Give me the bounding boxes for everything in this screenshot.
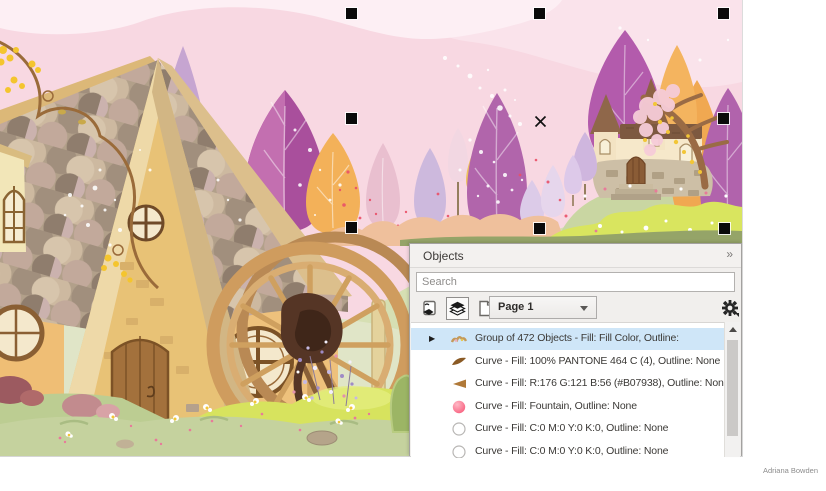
list-item-label: Curve - Fill: Fountain, Outline: None: [475, 400, 725, 412]
show-object-properties-icon: [421, 300, 438, 317]
search-input[interactable]: [416, 272, 735, 292]
expand-arrow-icon[interactable]: ▶: [429, 334, 435, 344]
selection-handle-middle-right[interactable]: [718, 113, 729, 124]
list-item-label: Group of 472 Objects - Fill: Fill Color,…: [475, 332, 725, 344]
curve-thumbnail-triangle: [451, 376, 467, 392]
curve-thumbnail-swoosh: [451, 354, 467, 370]
selection-handle-top-middle[interactable]: [534, 8, 545, 19]
list-item-label: Curve - Fill: C:0 M:0 Y:0 K:0, Outline: …: [475, 445, 725, 457]
options-button[interactable]: [720, 298, 742, 320]
chevron-down-icon: [580, 306, 588, 311]
artist-signature: Adriana Bowden: [763, 466, 818, 475]
show-object-properties-button[interactable]: [418, 297, 441, 320]
list-item-group[interactable]: ▶ Group of 472 Objects - Fill: Fill Colo…: [411, 328, 726, 350]
objects-list: ▶ Group of 472 Objects - Fill: Fill Colo…: [411, 322, 726, 458]
curve-thumbnail-white-circle: [451, 444, 467, 459]
selection-handle-top-left[interactable]: [346, 8, 357, 19]
selection-handle-bottom-right[interactable]: [719, 223, 730, 234]
page-selector-value: Page 1: [498, 301, 533, 313]
list-item-label: Curve - Fill: C:0 M:0 Y:0 K:0, Outline: …: [475, 422, 725, 434]
list-item-curve[interactable]: Curve - Fill: C:0 M:0 Y:0 K:0, Outline: …: [411, 418, 726, 440]
selection-center-x-marker[interactable]: [534, 115, 547, 128]
scroll-up-arrow-icon[interactable]: [729, 327, 737, 332]
objects-docker-panel: Objects » Page 1: [409, 243, 742, 456]
list-item-curve[interactable]: Curve - Fill: R:176 G:121 B:56 (#B07938)…: [411, 373, 726, 395]
panel-title: Objects: [423, 249, 464, 263]
collapse-docker-icon[interactable]: »: [726, 247, 733, 261]
list-item-label: Curve - Fill: 100% PANTONE 464 C (4), Ou…: [475, 355, 725, 367]
layer-manager-view-icon: [449, 301, 466, 316]
list-item-label: Curve - Fill: R:176 G:121 B:56 (#B07938)…: [475, 377, 725, 389]
list-item-curve[interactable]: Curve - Fill: Fountain, Outline: None: [411, 396, 726, 418]
page-selector-dropdown[interactable]: Page 1: [489, 296, 597, 319]
panel-title-bar: Objects »: [410, 244, 741, 268]
scrollbar-thumb[interactable]: [727, 340, 738, 436]
list-item-curve[interactable]: Curve - Fill: C:0 M:0 Y:0 K:0, Outline: …: [411, 441, 726, 459]
app-screenshot: Objects » Page 1: [0, 0, 826, 491]
selection-handle-top-right[interactable]: [718, 8, 729, 19]
options-gear-icon: [720, 298, 742, 320]
group-thumbnail: [451, 331, 467, 347]
curve-thumbnail-white-circle: [451, 421, 467, 437]
curve-thumbnail-fountain-circle: [451, 399, 467, 415]
selection-handle-bottom-middle[interactable]: [534, 223, 545, 234]
selection-handle-middle-left[interactable]: [346, 113, 357, 124]
layer-manager-view-button[interactable]: [446, 297, 469, 320]
list-scrollbar[interactable]: [724, 322, 740, 457]
selection-handle-bottom-left[interactable]: [346, 222, 357, 233]
list-item-curve[interactable]: Curve - Fill: 100% PANTONE 464 C (4), Ou…: [411, 351, 726, 373]
